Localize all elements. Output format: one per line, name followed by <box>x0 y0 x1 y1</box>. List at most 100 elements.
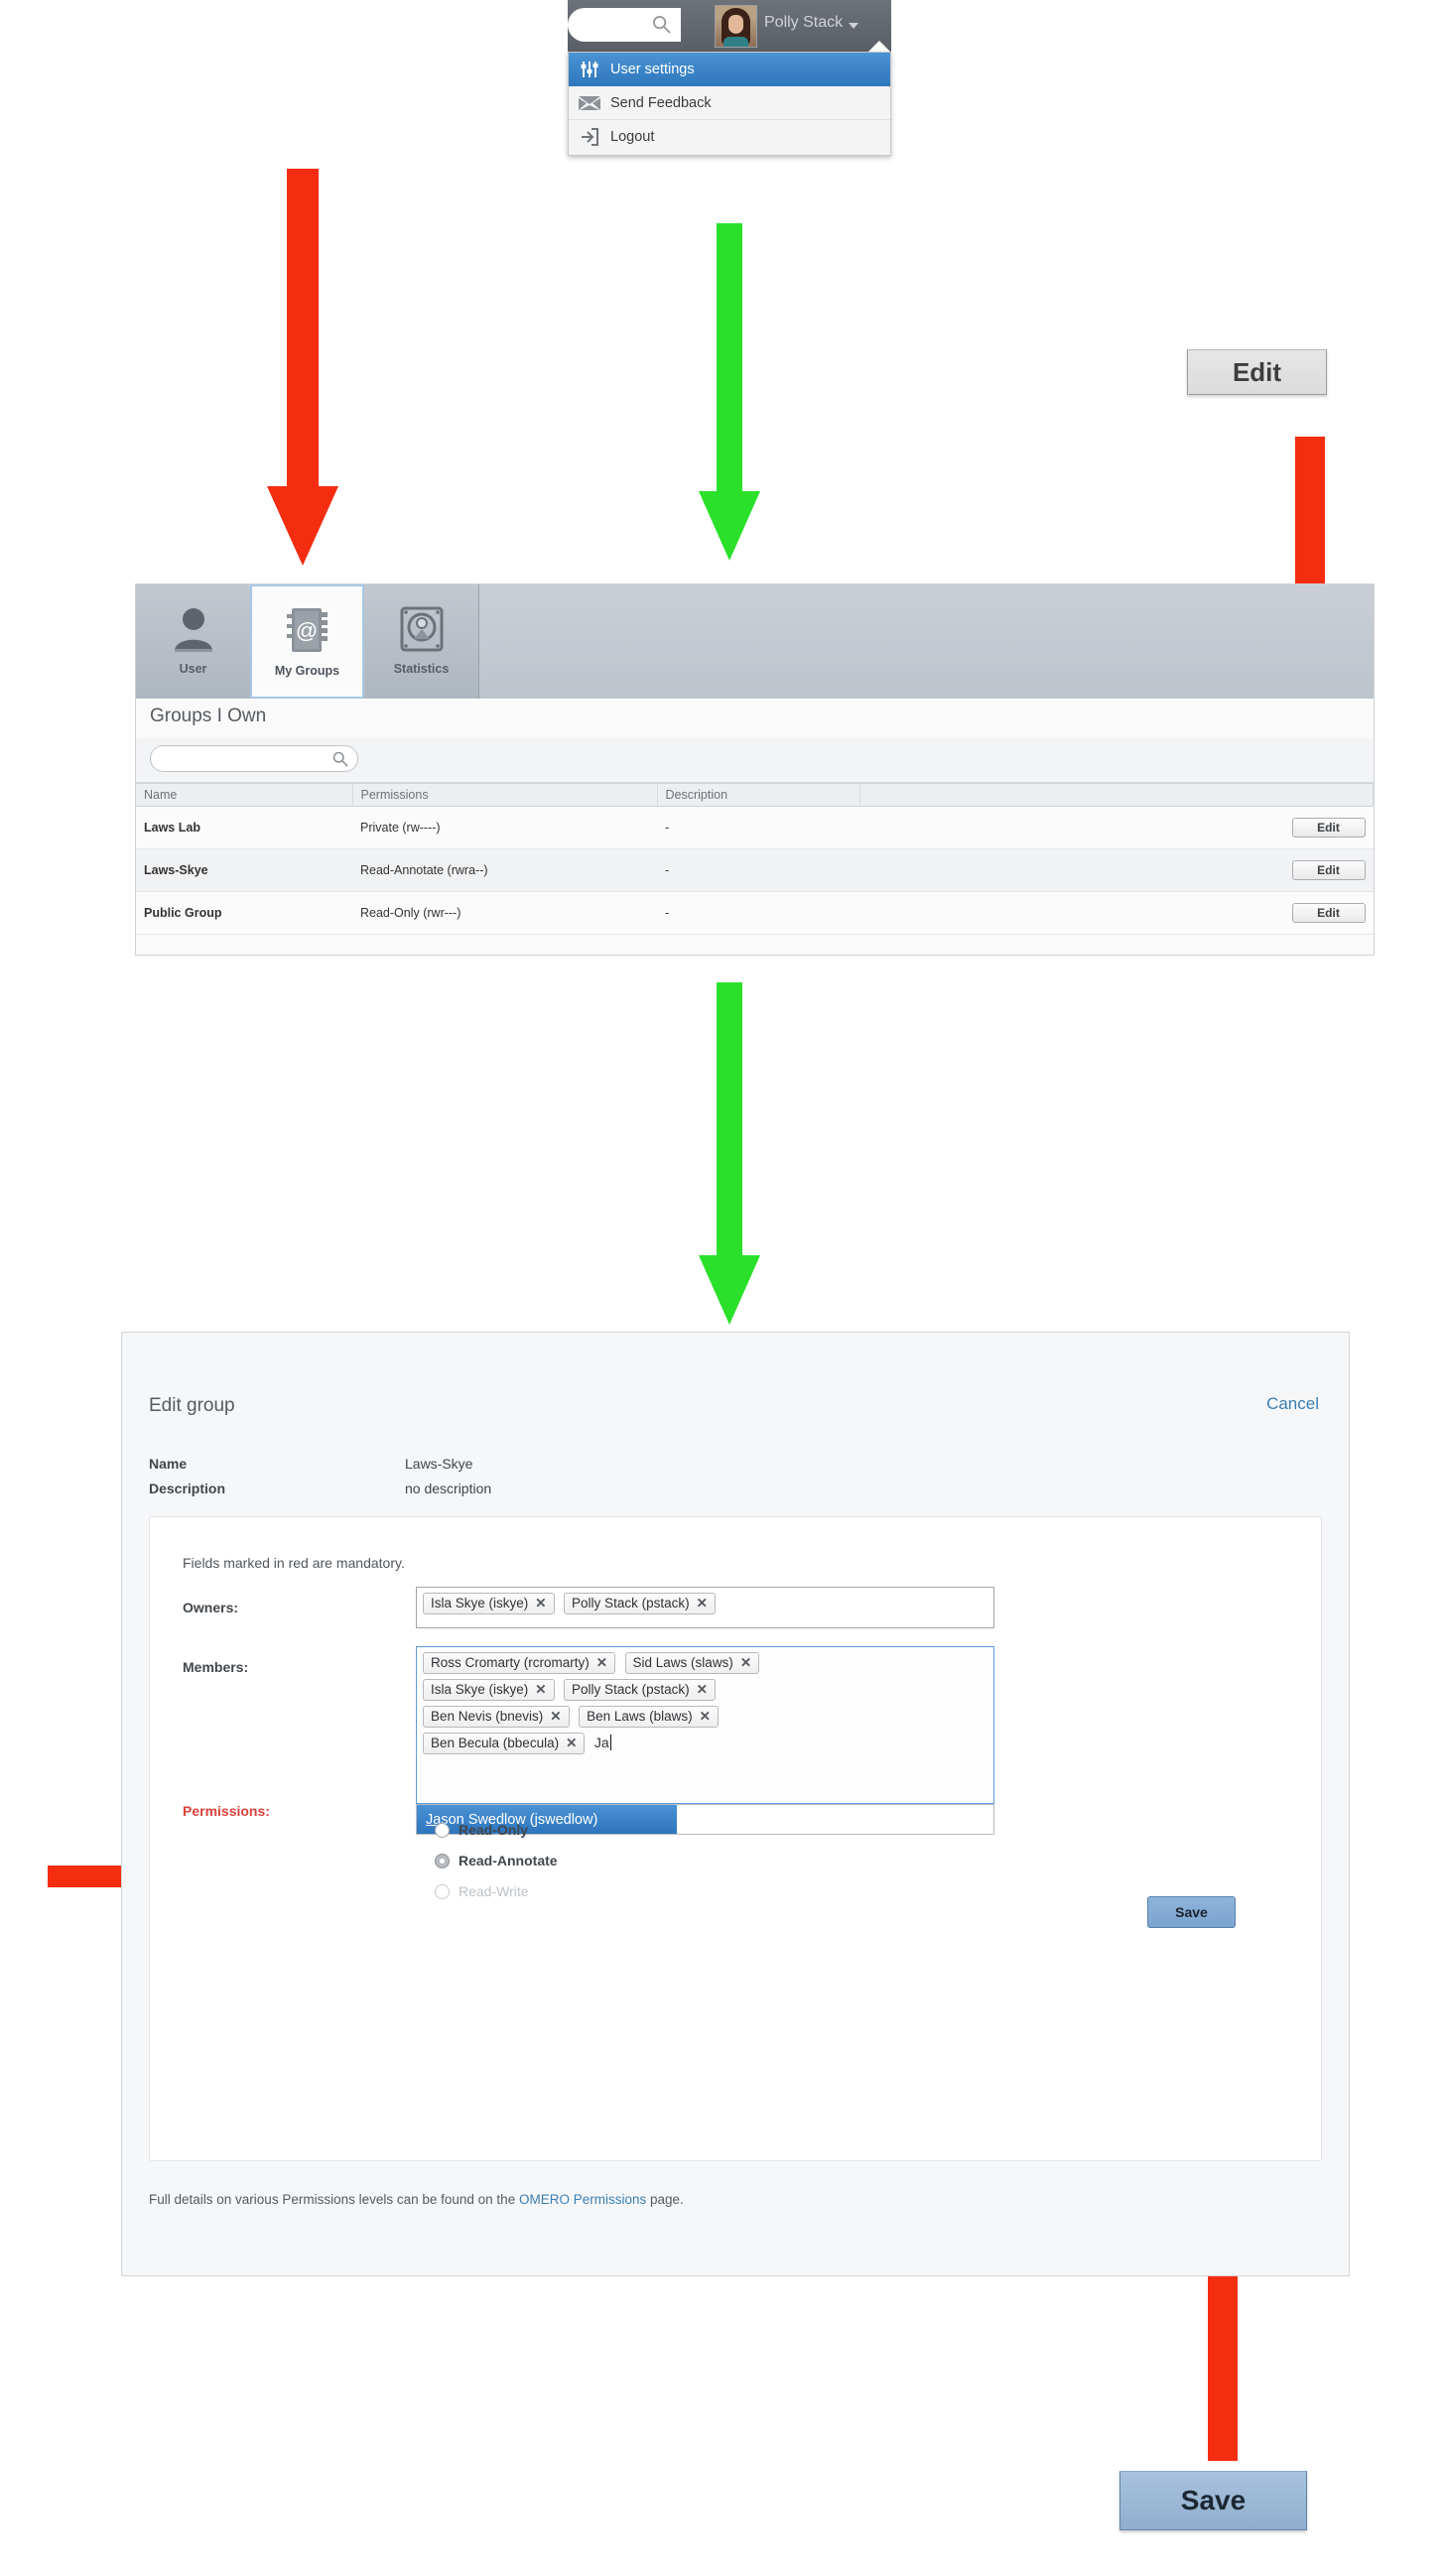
owner-chip[interactable]: Polly Stack (pstack) ✕ <box>564 1593 716 1614</box>
menu-item-send-feedback[interactable]: Send Feedback <box>569 86 890 120</box>
tab-my-groups[interactable]: @ My Groups <box>250 584 364 699</box>
arrow-red-to-my-groups <box>267 169 338 566</box>
permissions-label: Permissions: <box>183 1803 270 1819</box>
avatar[interactable] <box>715 5 757 48</box>
radio-icon[interactable] <box>435 1822 450 1838</box>
radio-icon[interactable] <box>435 1853 450 1868</box>
cell-permissions: Private (rw----) <box>352 806 657 849</box>
search-input[interactable] <box>150 745 358 772</box>
edit-button[interactable]: Edit <box>1291 903 1366 923</box>
cell-permissions: Read-Annotate (rwra--) <box>352 848 657 892</box>
close-icon[interactable]: ✕ <box>596 1655 607 1670</box>
person-icon <box>172 600 215 658</box>
chip-label: Isla Skye (iskye) <box>431 1596 529 1610</box>
edit-button[interactable]: Edit <box>1291 818 1366 837</box>
radio-read-only[interactable]: Read-Only <box>435 1822 528 1838</box>
cell-description: - <box>657 806 859 849</box>
owner-chip[interactable]: Isla Skye (iskye) ✕ <box>423 1593 555 1614</box>
chip-label: Ben Becula (bbecula) <box>431 1736 560 1750</box>
column-header-description[interactable]: Description <box>657 783 860 807</box>
chevron-down-icon[interactable] <box>849 23 858 29</box>
close-icon[interactable]: ✕ <box>740 1655 751 1670</box>
menu-item-label: User settings <box>610 61 695 77</box>
cell-actions: Edit <box>859 848 1374 892</box>
tab-label: Statistics <box>393 662 450 676</box>
radio-label: Read-Write <box>459 1883 529 1899</box>
logout-arrow-icon <box>569 128 610 146</box>
cell-description: - <box>657 848 859 892</box>
member-chip[interactable]: Ben Laws (blaws) ✕ <box>579 1706 719 1728</box>
edit-button[interactable]: Edit <box>1291 860 1366 880</box>
tab-statistics[interactable]: Statistics <box>364 584 478 699</box>
member-chip[interactable]: Polly Stack (pstack) ✕ <box>564 1679 716 1701</box>
footer-prefix: Full details on various Permissions leve… <box>149 2192 519 2207</box>
description-value: no description <box>405 1481 492 1496</box>
member-chip[interactable]: Isla Skye (iskye) ✕ <box>423 1679 555 1701</box>
close-icon[interactable]: ✕ <box>700 1709 711 1724</box>
omero-permissions-link[interactable]: OMERO Permissions <box>519 2192 646 2207</box>
table-row[interactable]: Laws Lab Private (rw----) - Edit <box>136 806 1374 849</box>
dialog-footer: Full details on various Permissions leve… <box>149 2192 684 2207</box>
cell-actions: Edit <box>859 806 1374 849</box>
cancel-link[interactable]: Cancel <box>1266 1394 1319 1414</box>
chip-label: Ben Laws (blaws) <box>587 1709 693 1724</box>
menu-item-user-settings[interactable]: User settings <box>569 53 890 86</box>
close-icon[interactable]: ✕ <box>697 1682 708 1697</box>
radio-read-annotate[interactable]: Read-Annotate <box>435 1853 558 1868</box>
text-caret <box>609 1735 611 1750</box>
dialog-title: Edit group <box>149 1395 235 1416</box>
tab-strip: User @ My Groups Statistics <box>136 584 1374 699</box>
username-label[interactable]: Polly Stack <box>764 14 843 32</box>
sliders-icon <box>569 61 610 78</box>
radio-read-write: Read-Write <box>435 1883 529 1899</box>
members-text-input[interactable]: Ja <box>594 1733 609 1752</box>
member-chip[interactable]: Ross Cromarty (rcromarty) ✕ <box>423 1652 616 1674</box>
callout-save-button[interactable]: Save <box>1119 2471 1307 2530</box>
groups-table: Name Permissions Description Laws Lab Pr… <box>136 783 1374 935</box>
chip-label: Sid Laws (slaws) <box>632 1655 733 1670</box>
table-row[interactable]: Laws-Skye Read-Annotate (rwra--) - Edit <box>136 848 1374 892</box>
avatar-face <box>728 15 743 34</box>
column-header-name[interactable]: Name <box>136 783 353 807</box>
svg-text:@: @ <box>295 618 317 643</box>
menu-item-label: Logout <box>610 129 655 145</box>
members-token-field[interactable]: Ross Cromarty (rcromarty) ✕ Sid Laws (sla… <box>416 1646 994 1804</box>
close-icon[interactable]: ✕ <box>697 1596 708 1610</box>
owners-token-field[interactable]: Isla Skye (iskye) ✕ Polly Stack (pstack) ✕ <box>416 1587 994 1628</box>
tab-label: User <box>179 662 207 676</box>
cell-permissions: Read-Only (rwr---) <box>352 891 657 935</box>
chip-label: Polly Stack (pstack) <box>572 1596 690 1610</box>
table-header-row: Name Permissions Description <box>136 783 1374 807</box>
tab-user[interactable]: User <box>136 584 250 699</box>
search-input[interactable] <box>568 8 681 42</box>
search-icon <box>332 751 348 767</box>
hard-disk-icon <box>399 600 445 658</box>
owners-label: Owners: <box>183 1600 239 1615</box>
member-chip[interactable]: Ben Becula (bbecula) ✕ <box>423 1733 586 1754</box>
chip-label: Isla Skye (iskye) <box>431 1682 529 1697</box>
save-button[interactable]: Save <box>1147 1896 1236 1928</box>
my-groups-panel: User @ My Groups Statistics Groups I Own… <box>135 583 1375 956</box>
description-label: Description <box>149 1481 226 1496</box>
cell-actions: Edit <box>859 891 1374 935</box>
member-chip[interactable]: Sid Laws (slaws) ✕ <box>624 1652 760 1674</box>
dialog-body: Fields marked in red are mandatory. Owne… <box>149 1516 1322 2161</box>
chip-label: Polly Stack (pstack) <box>572 1682 690 1697</box>
members-label: Members: <box>183 1659 249 1675</box>
edit-group-dialog: Edit group Cancel Name Laws-Skye Descrip… <box>121 1332 1350 2276</box>
name-label: Name <box>149 1456 188 1472</box>
menu-item-logout[interactable]: Logout <box>569 120 890 154</box>
close-icon[interactable]: ✕ <box>550 1709 561 1724</box>
close-icon[interactable]: ✕ <box>535 1596 546 1610</box>
page-title: Groups I Own <box>150 706 267 726</box>
member-chip[interactable]: Ben Nevis (bnevis) ✕ <box>423 1706 570 1728</box>
cell-name: Laws-Skye <box>136 848 352 892</box>
column-header-permissions[interactable]: Permissions <box>352 783 658 807</box>
menu-item-label: Send Feedback <box>610 94 712 111</box>
top-bar: Polly Stack <box>568 0 891 52</box>
table-row[interactable]: Public Group Read-Only (rwr---) - Edit <box>136 891 1374 935</box>
callout-edit-button[interactable]: Edit <box>1187 349 1327 395</box>
tab-label: My Groups <box>274 664 340 678</box>
close-icon[interactable]: ✕ <box>535 1682 546 1697</box>
close-icon[interactable]: ✕ <box>566 1736 577 1750</box>
